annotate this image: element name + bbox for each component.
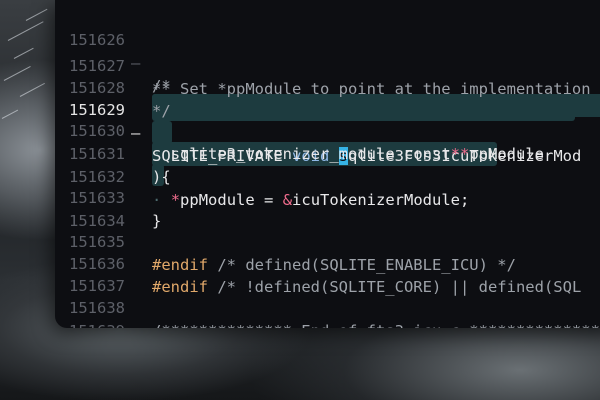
code-text: /************** End of fts3_icu.c ******… bbox=[152, 320, 600, 328]
code-editor-window[interactable]: 151626 – /* 151627 ** Set *ppModule to p… bbox=[55, 0, 600, 328]
code-line[interactable]: 151627 ** Set *ppModule to point at the … bbox=[55, 32, 600, 98]
code-line-active[interactable]: 151629 – SQLITE_PRIVATE void sqlite3Fts3… bbox=[55, 76, 600, 165]
code-line[interactable]: 151635 #endif /* defined(SQLITE_ENABLE_I… bbox=[55, 208, 600, 274]
code-line[interactable]: 151630 · sqlite3_tokenizer_module const*… bbox=[55, 97, 600, 163]
code-line[interactable]: 151628 */ bbox=[55, 54, 600, 120]
code-line[interactable]: 151632 · *ppModule = &icuTokenizerModule… bbox=[55, 143, 600, 209]
code-line[interactable]: 151626 – /* bbox=[55, 6, 600, 95]
code-line[interactable]: 151638 /************** End of fts3_icu.c… bbox=[55, 274, 600, 328]
code-line[interactable]: 151633 } bbox=[55, 164, 600, 230]
code-line[interactable]: 151631 ){ bbox=[55, 120, 600, 186]
code-line[interactable]: 151637 bbox=[55, 252, 600, 295]
code-line[interactable]: 151634 bbox=[55, 187, 600, 230]
code-line[interactable]: 151639 bbox=[55, 297, 600, 328]
line-number: 151639 bbox=[63, 320, 125, 328]
code-line[interactable]: 151636 #endif /* !defined(SQLITE_CORE) |… bbox=[55, 230, 600, 296]
